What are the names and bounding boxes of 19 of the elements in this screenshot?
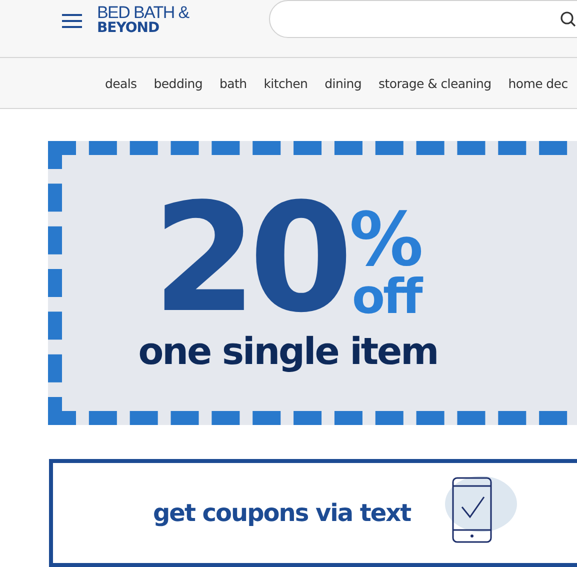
nav-link[interactable]: storage & cleaning (378, 76, 492, 90)
nav-link[interactable]: deals (105, 76, 137, 90)
off-label: off (352, 274, 421, 320)
logo[interactable]: BED BATH & BEYOND (97, 4, 201, 35)
nav-link[interactable]: home dec (508, 76, 568, 90)
nav-link[interactable]: bedding (154, 76, 203, 90)
discount-amount: 20 (152, 194, 346, 324)
nav-link[interactable]: kitchen (264, 76, 308, 90)
nav-link[interactable]: bath (220, 76, 247, 90)
banner-text: get coupons via text (153, 499, 411, 527)
search-field[interactable] (269, 0, 577, 38)
search-icon[interactable] (560, 11, 576, 27)
nav-link[interactable]: dining (324, 76, 362, 90)
logo-text: BEYOND (97, 21, 160, 35)
percent-sign: % (349, 206, 424, 274)
text-coupons-banner[interactable]: get coupons via text (49, 459, 577, 567)
logo-text: BED BATH & (97, 4, 190, 21)
menu-icon[interactable] (61, 13, 83, 29)
coupon-subtitle: one single item (138, 330, 438, 372)
